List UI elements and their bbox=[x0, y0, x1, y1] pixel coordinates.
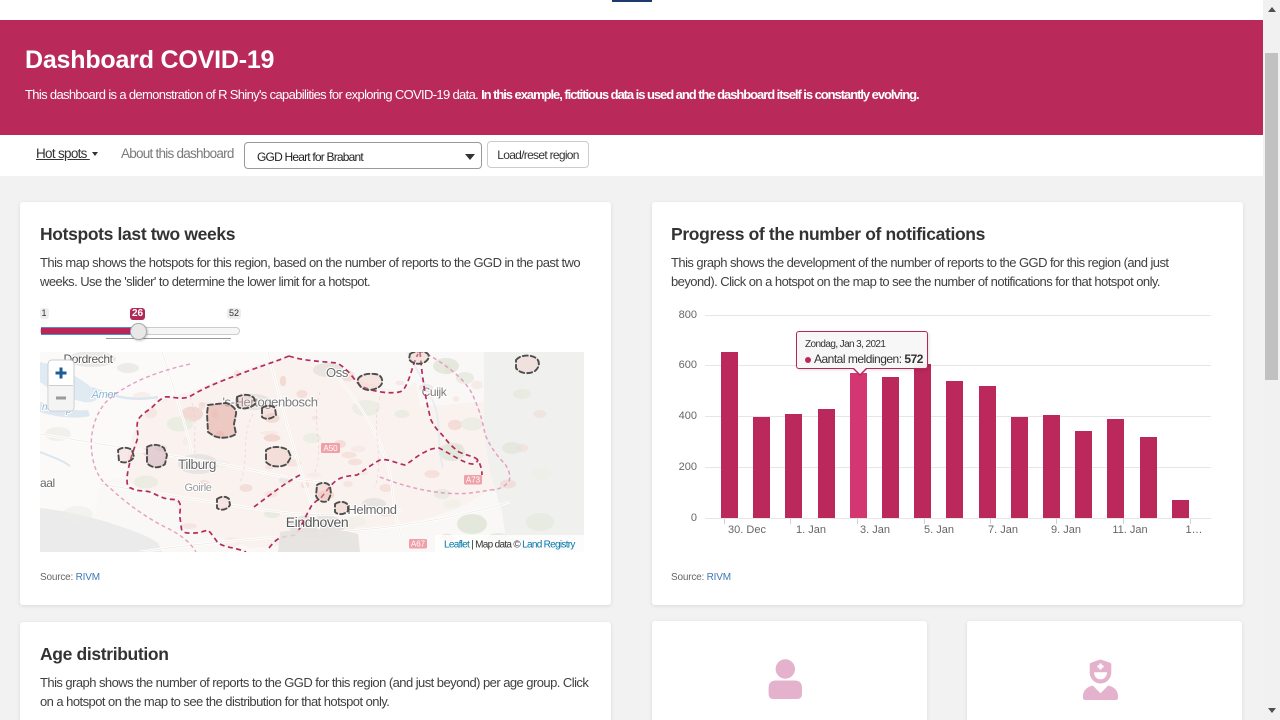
svg-text:Amer: Amer bbox=[91, 389, 118, 401]
svg-text:A73: A73 bbox=[466, 476, 481, 485]
svg-text:Tilburg: Tilburg bbox=[178, 457, 216, 472]
svg-text:Oss: Oss bbox=[326, 365, 349, 380]
svg-text:Goirle: Goirle bbox=[185, 482, 212, 494]
svg-text:aal: aal bbox=[40, 476, 55, 490]
svg-text:A50: A50 bbox=[323, 444, 338, 453]
svg-text:A67: A67 bbox=[411, 540, 426, 549]
svg-text:Eindhoven: Eindhoven bbox=[286, 514, 349, 530]
svg-text:Leaflet | Map data © Land Regi: Leaflet | Map data © Land Registry bbox=[444, 540, 575, 551]
svg-text:Helmond: Helmond bbox=[347, 502, 396, 517]
